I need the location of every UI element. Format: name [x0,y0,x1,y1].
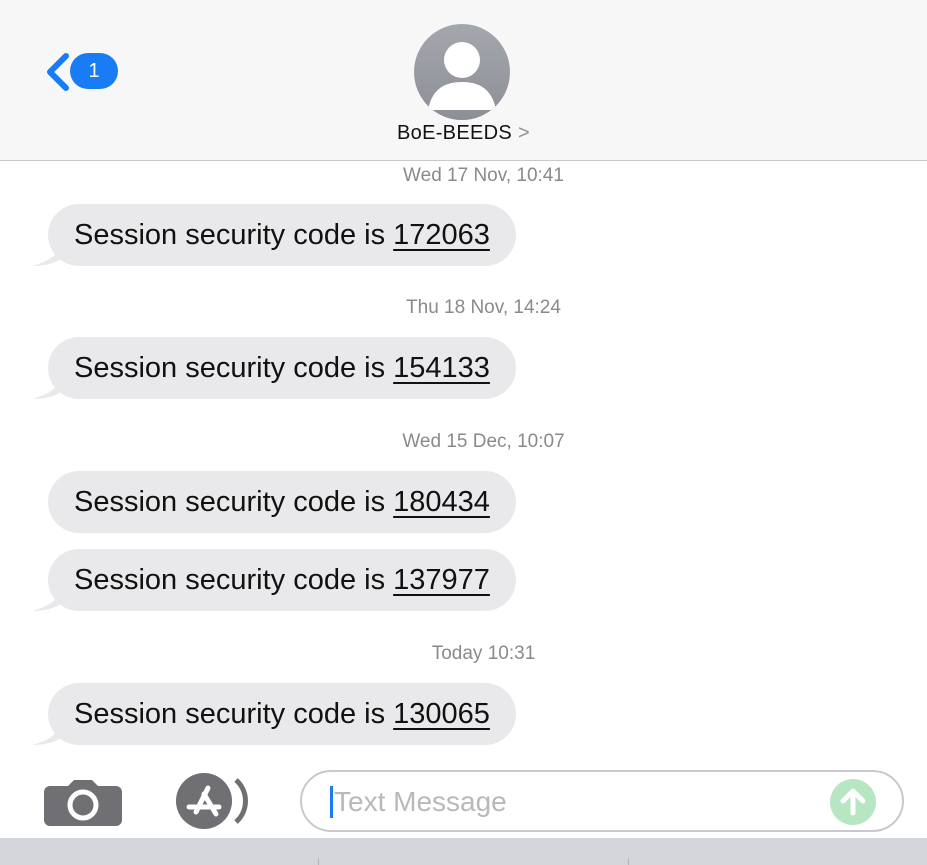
bubble-tail [32,719,62,745]
security-code-link[interactable]: 130065 [393,698,490,730]
app-drawer-strip [0,838,927,865]
text-message-field[interactable] [300,770,904,832]
security-code-link[interactable]: 172063 [393,219,490,251]
messages-screen: 1 BoE-BEEDS > Wed 17 Nov, 10:41 Session s… [0,0,927,865]
message-text: Session security code is [74,698,394,730]
send-arrow-up-icon [840,788,866,816]
security-code-link[interactable]: 154133 [393,352,490,384]
contact-name-button[interactable]: BoE-BEEDS > [0,122,927,145]
contact-name: BoE-BEEDS [397,122,512,144]
message-bubble[interactable]: Session security code is 137977 [32,549,516,611]
bubble-tail [32,240,62,266]
message-bubble[interactable]: Session security code is 180434 [48,471,516,533]
message-timestamp: Wed 15 Dec, 10:07 [402,431,565,452]
message-timestamp: Thu 18 Nov, 14:24 [406,297,561,318]
strip-divider [628,858,629,865]
message-bubble[interactable]: Session security code is 172063 [32,204,516,266]
chevron-right-icon: > [517,122,530,144]
bubble-tail [32,373,62,399]
conversation-header: 1 BoE-BEEDS > [0,0,927,161]
message-timestamp: Today 10:31 [431,643,536,664]
unread-count-badge: 1 [70,53,118,89]
back-button[interactable]: 1 [40,50,130,94]
person-icon [428,42,496,110]
contact-avatar[interactable] [414,24,510,120]
message-text: Session security code is [74,219,394,251]
message-text: Session security code is [74,352,394,384]
strip-divider [318,858,319,865]
app-store-icon [176,773,248,829]
message-bubble[interactable]: Session security code is 130065 [32,683,516,745]
message-text: Session security code is [74,564,394,596]
message-bubble[interactable]: Session security code is 154133 [32,337,516,399]
send-button[interactable] [830,779,876,825]
app-store-button[interactable] [172,772,262,830]
security-code-link[interactable]: 137977 [393,564,490,596]
security-code-link[interactable]: 180434 [393,486,490,518]
camera-icon [44,780,122,826]
bubble-tail [32,585,62,611]
camera-button[interactable] [44,778,122,826]
message-text: Session security code is [74,486,394,518]
message-timestamp: Wed 17 Nov, 10:41 [403,165,564,186]
text-message-input[interactable] [332,780,816,824]
